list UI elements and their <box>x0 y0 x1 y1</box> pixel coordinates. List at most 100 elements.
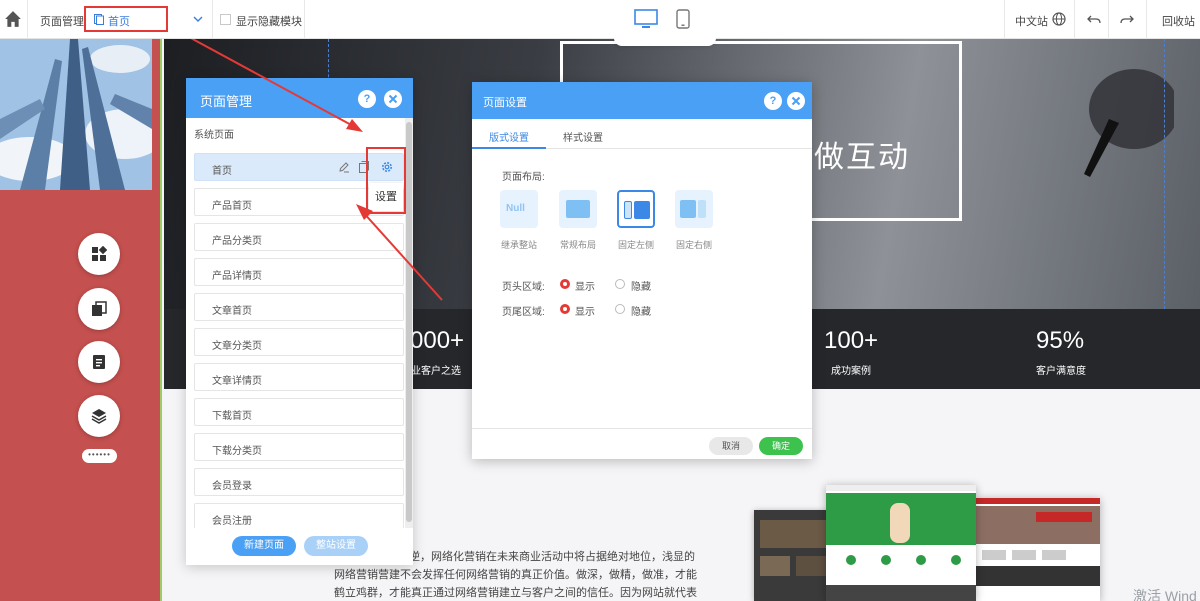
recycle-bin-button[interactable]: 回收站 <box>1162 13 1195 29</box>
header-area-label: 页头区域: <box>502 282 545 293</box>
page-item[interactable]: 文章分类页 <box>194 328 404 356</box>
building-image <box>0 39 152 190</box>
mockup-thumbnail <box>976 498 1100 601</box>
help-button[interactable]: ? <box>358 90 376 108</box>
divider <box>304 0 305 39</box>
close-button[interactable] <box>384 90 402 108</box>
page-item-label: 文章分类页 <box>212 341 262 352</box>
mockup-thumbnail <box>826 485 976 601</box>
close-icon <box>388 94 398 104</box>
globe-icon[interactable] <box>1052 12 1066 26</box>
page-manager-footer: 新建页面 整站设置 <box>186 528 413 565</box>
page-manage-label: 页面管理: <box>40 16 88 28</box>
page-item-label: 产品详情页 <box>212 271 262 282</box>
left-sidebar: •••••• <box>0 39 162 601</box>
tab-layout[interactable]: 版式设置 <box>489 129 529 144</box>
layers-button[interactable] <box>78 395 120 437</box>
page-item-label: 产品分类页 <box>212 236 262 247</box>
page-item-label: 首页 <box>212 166 232 177</box>
layout-option-label: 固定左侧 <box>618 240 655 250</box>
page-item[interactable]: 会员登录 <box>194 468 404 496</box>
footer-hide-radio[interactable] <box>615 304 625 314</box>
language-switch[interactable]: 中文站 <box>1015 13 1048 29</box>
scrollbar-thumb[interactable] <box>406 122 412 522</box>
page-icon <box>94 14 104 25</box>
more-dots-handle[interactable]: •••••• <box>82 449 117 463</box>
stat-label: 业客户之选 <box>411 366 461 377</box>
page-item[interactable]: 会员注册 <box>194 503 404 531</box>
footer-area-label: 页尾区域: <box>502 307 545 318</box>
layout-option-label: 固定右侧 <box>676 240 713 250</box>
active-tab-indicator <box>472 147 546 149</box>
page-item-label: 下载分类页 <box>212 446 262 457</box>
stat-number: 100+ <box>824 327 879 354</box>
current-page-text: 首页 <box>108 16 130 28</box>
page-item-label: 产品首页 <box>212 201 252 212</box>
settings-tabs: 版式设置 样式设置 <box>472 119 812 149</box>
cancel-button[interactable]: 取消 <box>709 437 753 455</box>
mobile-view-icon[interactable] <box>676 9 690 29</box>
layers-icon <box>91 409 107 424</box>
edit-icon[interactable] <box>338 161 350 173</box>
page-item[interactable]: 文章首页 <box>194 293 404 321</box>
header-hide-radio[interactable] <box>615 279 625 289</box>
layout-preview <box>624 201 632 219</box>
modules-button[interactable] <box>78 233 120 275</box>
layout-preview <box>634 201 650 219</box>
page-item[interactable]: 下载分类页 <box>194 433 404 461</box>
layout-preview <box>698 200 706 218</box>
layout-preview <box>680 200 696 218</box>
document-button[interactable] <box>78 341 120 383</box>
chevron-down-icon[interactable] <box>192 13 204 25</box>
show-hidden-label: 显示隐藏模块 <box>236 16 302 28</box>
tab-style[interactable]: 样式设置 <box>563 129 603 144</box>
layout-option-fixed-right[interactable] <box>675 190 713 228</box>
header-show-radio[interactable] <box>560 279 570 289</box>
page-settings-header: 页面设置 ? <box>472 82 812 119</box>
stat-number: 95% <box>1036 327 1085 354</box>
device-tab <box>614 38 716 46</box>
document-icon <box>93 355 105 369</box>
page-select[interactable]: 首页 <box>84 6 168 32</box>
page-item[interactable]: 文章详情页 <box>194 363 404 391</box>
layout-option-label: 继承整站 <box>501 240 538 250</box>
grid-icon <box>92 246 107 261</box>
top-toolbar: 页面管理: 首页 显示隐藏模块 中文站 回收站 <box>0 0 1200 39</box>
copy-button[interactable] <box>78 288 120 330</box>
page-item-label: 下载首页 <box>212 411 252 422</box>
site-settings-button[interactable]: 整站设置 <box>304 536 368 556</box>
close-button[interactable] <box>787 92 805 110</box>
divider <box>1108 0 1109 39</box>
new-page-button[interactable]: 新建页面 <box>232 536 296 556</box>
stat-label: 客户满意度 <box>1036 366 1086 377</box>
page-manager-header: 页面管理 ? <box>186 78 413 118</box>
close-icon <box>791 96 801 106</box>
stylus-image <box>1084 69 1174 177</box>
page-item-label: 文章首页 <box>212 306 252 317</box>
hero-title: 做互动 <box>814 141 910 174</box>
show-hidden-checkbox[interactable] <box>220 14 231 25</box>
confirm-button[interactable]: 确定 <box>759 437 803 455</box>
radio-label: 隐藏 <box>631 282 651 293</box>
footer-show-radio[interactable] <box>560 304 570 314</box>
page-item[interactable]: 产品详情页 <box>194 258 404 286</box>
page-item[interactable]: 下载首页 <box>194 398 404 426</box>
desktop-view-icon[interactable] <box>634 9 658 29</box>
layout-label: 页面布局: <box>502 172 545 183</box>
null-text: Null <box>506 203 525 214</box>
radio-label: 隐藏 <box>631 307 651 318</box>
sidebar-photo <box>0 39 152 190</box>
undo-icon[interactable] <box>1087 12 1101 26</box>
redo-icon[interactable] <box>1120 12 1134 26</box>
layout-option-fixed-left[interactable] <box>617 190 655 228</box>
guide-line <box>1164 39 1165 309</box>
section-label: 系统页面 <box>194 130 234 141</box>
page-settings-dialog: 页面设置 ? 版式设置 样式设置 页面布局: Null 继承整站 常规布局 固定… <box>472 82 812 459</box>
page-item[interactable]: 产品分类页 <box>194 223 404 251</box>
layout-option-inherit[interactable]: Null <box>500 190 538 228</box>
help-button[interactable]: ? <box>764 92 782 110</box>
copy-icon <box>92 301 107 316</box>
layout-option-normal[interactable] <box>559 190 597 228</box>
radio-label: 显示 <box>575 282 595 293</box>
home-icon[interactable] <box>4 10 22 28</box>
